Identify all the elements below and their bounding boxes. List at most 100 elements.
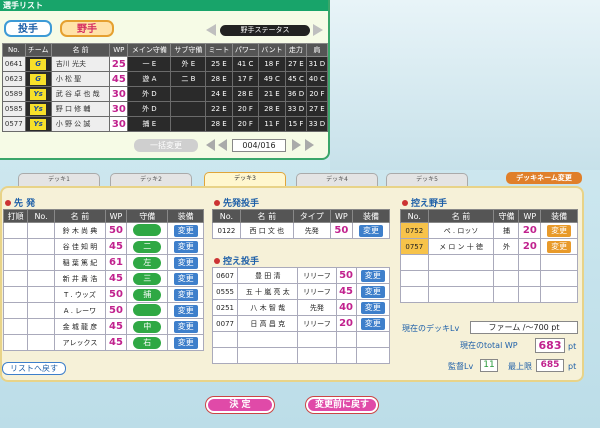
deck-name-change-button[interactable]: デッキネーム変更	[506, 172, 582, 184]
equip-change-button[interactable]: 変更	[173, 240, 198, 253]
players-table: No. チーム名 前 WP メイン守備 サブ守備 ミート パワー バント 走力肩 0641 G 吉川…	[2, 43, 329, 132]
position-badge[interactable]: 捕	[133, 288, 162, 301]
relief-row[interactable]: 0555 五 十 嵐 亮 太リリーフ 45 変更	[211, 283, 391, 300]
equip-cell[interactable]: 変更	[355, 283, 391, 300]
relief-row[interactable]: 0607 豊 田 清リリーフ 50 変更	[211, 267, 391, 284]
equip-cell[interactable]: 変更	[167, 238, 204, 255]
equip-change-button[interactable]: 変更	[173, 224, 198, 237]
equip-change-button[interactable]: 変更	[173, 272, 198, 285]
player-row[interactable]: 0585 Ys 野 口 修 輔 30 外 D 22 E 20 F 28 E 33 D 27 E	[2, 101, 329, 117]
position-badge[interactable]: 中	[133, 320, 162, 333]
relief-row[interactable]: 0251 八 木 智 哉先発 40 変更	[211, 299, 391, 316]
next-page-icon[interactable]	[292, 139, 301, 151]
lineup-col-header: 打順	[2, 209, 29, 223]
equip-cell[interactable]: 変更	[167, 254, 204, 271]
position-badge[interactable]: 二	[133, 240, 162, 253]
equip-change-button[interactable]: 変更	[173, 256, 198, 269]
lineup-row[interactable]: 5 0480 T . ウッズ 50 捕変更	[2, 286, 204, 303]
sort-next-arrow-icon[interactable]	[313, 24, 323, 36]
revert-button[interactable]: 変更前に戻す	[306, 397, 378, 413]
equip-change-button[interactable]: 変更	[547, 224, 572, 237]
player-row[interactable]: 0577 Ys 小 野 公 誠 30 捕 E 28 E 20 F 11 F 15 F 33 D	[2, 116, 329, 132]
lineup-row[interactable]: 1 0537 鈴 木 尚 典 50 変更	[2, 222, 204, 239]
deck-tab-4[interactable]: デッキ4	[296, 173, 378, 186]
lineup-row[interactable]: 8 0446 アレックス 45 右変更	[2, 334, 204, 351]
lineup-row[interactable]: 7 0503 金 城 龍 彦 45 中変更	[2, 318, 204, 335]
prev-page-icon[interactable]	[218, 139, 227, 151]
equip-cell[interactable]: 変更	[351, 222, 391, 239]
position-badge[interactable]	[133, 223, 162, 236]
equip-change-button[interactable]: 変更	[173, 304, 198, 317]
team-logo: G	[30, 73, 47, 85]
page-counter: 004/016	[232, 139, 286, 152]
pitcher-row[interactable]: 0122 西 口 文 也先発 50 変更	[212, 222, 391, 239]
equip-cell[interactable]: 変更	[540, 222, 578, 239]
position-cell[interactable]: 二	[126, 238, 169, 255]
position-badge[interactable]: 左	[133, 256, 162, 269]
lineup-row[interactable]: 2 0205 谷 佳 知 明 45 二変更	[2, 238, 204, 255]
equip-cell[interactable]: 変更	[167, 270, 204, 287]
equip-change-button[interactable]: 変更	[358, 224, 383, 237]
lineup-row[interactable]: 3 0443 稲 葉 篤 紀 61 左変更	[2, 254, 204, 271]
position-cell[interactable]	[126, 302, 169, 319]
bench-row[interactable]: 0752 ぺ . ロッソ捕 20 変更	[400, 222, 578, 239]
position-badge[interactable]: 右	[133, 336, 162, 349]
deck-tab-1[interactable]: デッキ1	[18, 173, 100, 186]
player-row[interactable]: 0641 G 吉川 光夫 25 一 E外 E 25 E 41 C 18 F 27 E 31 D	[2, 56, 329, 72]
sort-label: 野手ステータス	[220, 25, 310, 36]
equip-cell[interactable]: 変更	[355, 299, 391, 316]
lineup-row[interactable]: 4 0690 新 井 貴 浩 45 三変更	[2, 270, 204, 287]
sort-prev-arrow-icon[interactable]	[206, 24, 216, 36]
deck-tab-3[interactable]: デッキ3	[204, 172, 286, 186]
equip-change-button[interactable]: 変更	[547, 240, 572, 253]
equip-change-button[interactable]: 変更	[173, 320, 198, 333]
decide-button[interactable]: 決 定	[206, 397, 274, 413]
equip-cell[interactable]: 変更	[355, 267, 391, 284]
player-row[interactable]: 0589 Ys 武 谷 卓 也 哉 30 外 D 24 E 28 E 21 E 36 D 20 F	[2, 86, 329, 102]
back-to-list-button[interactable]: リストへ戻す	[2, 362, 66, 375]
player-name: 小 松 聖	[50, 71, 111, 87]
max-label: 最上限	[508, 362, 532, 371]
equip-cell[interactable]: 変更	[167, 318, 204, 335]
position-cell[interactable]: 捕	[126, 286, 169, 303]
relief-row[interactable]: 0077 日 高 昌 克リリーフ 20 変更	[211, 315, 391, 332]
equip-change-button[interactable]: 変更	[360, 285, 385, 298]
position-badge[interactable]: 三	[133, 272, 162, 285]
player-name: A . レーワ	[53, 302, 106, 319]
position-cell[interactable]: 中	[126, 318, 169, 335]
equip-cell[interactable]: 変更	[167, 334, 204, 351]
batch-change-button[interactable]: 一括変更	[134, 139, 198, 152]
bench-row[interactable]: 0757 メ ロ ン 十 徳外 20 変更	[400, 238, 578, 255]
equip-cell[interactable]: 変更	[540, 238, 578, 255]
equip-change-button[interactable]: 変更	[173, 288, 198, 301]
deck-tab-5[interactable]: デッキ5	[386, 173, 468, 186]
pitcher-toggle-button[interactable]: 投手	[4, 20, 52, 37]
equip-cell[interactable]: 変更	[167, 302, 204, 319]
equip-cell[interactable]: 変更	[355, 315, 391, 332]
player-main: 捕 E	[127, 116, 172, 132]
player-arm: 33 D	[305, 116, 329, 132]
first-page-icon[interactable]	[206, 139, 215, 151]
batting-order: 1	[2, 222, 29, 239]
empty-cell	[427, 286, 495, 303]
deck-tab-2[interactable]: デッキ2	[110, 173, 192, 186]
fielder-toggle-button[interactable]: 野手	[60, 20, 114, 37]
position-cell[interactable]	[126, 222, 169, 239]
equip-change-button[interactable]: 変更	[173, 336, 198, 349]
equip-change-button[interactable]: 変更	[360, 317, 385, 330]
position-cell[interactable]: 右	[126, 334, 169, 351]
player-row[interactable]: 0623 G 小 松 聖 45 遊 A二 B 28 E 17 F 49 C 45 C 40 C	[2, 71, 329, 87]
equip-change-button[interactable]: 変更	[360, 269, 385, 282]
player-main: 外 D	[127, 101, 172, 117]
equip-change-button[interactable]: 変更	[360, 301, 385, 314]
position-badge[interactable]	[133, 303, 162, 316]
position-cell[interactable]: 三	[126, 270, 169, 287]
empty-cell	[540, 270, 578, 287]
empty-cell	[297, 331, 337, 348]
position-cell[interactable]: 左	[126, 254, 169, 271]
player-bunt: 21 E	[258, 86, 286, 102]
equip-cell[interactable]: 変更	[167, 222, 204, 239]
lineup-row[interactable]: 6 0386 A . レーワ 50 変更	[2, 302, 204, 319]
equip-cell[interactable]: 変更	[167, 286, 204, 303]
last-page-icon[interactable]	[305, 139, 314, 151]
